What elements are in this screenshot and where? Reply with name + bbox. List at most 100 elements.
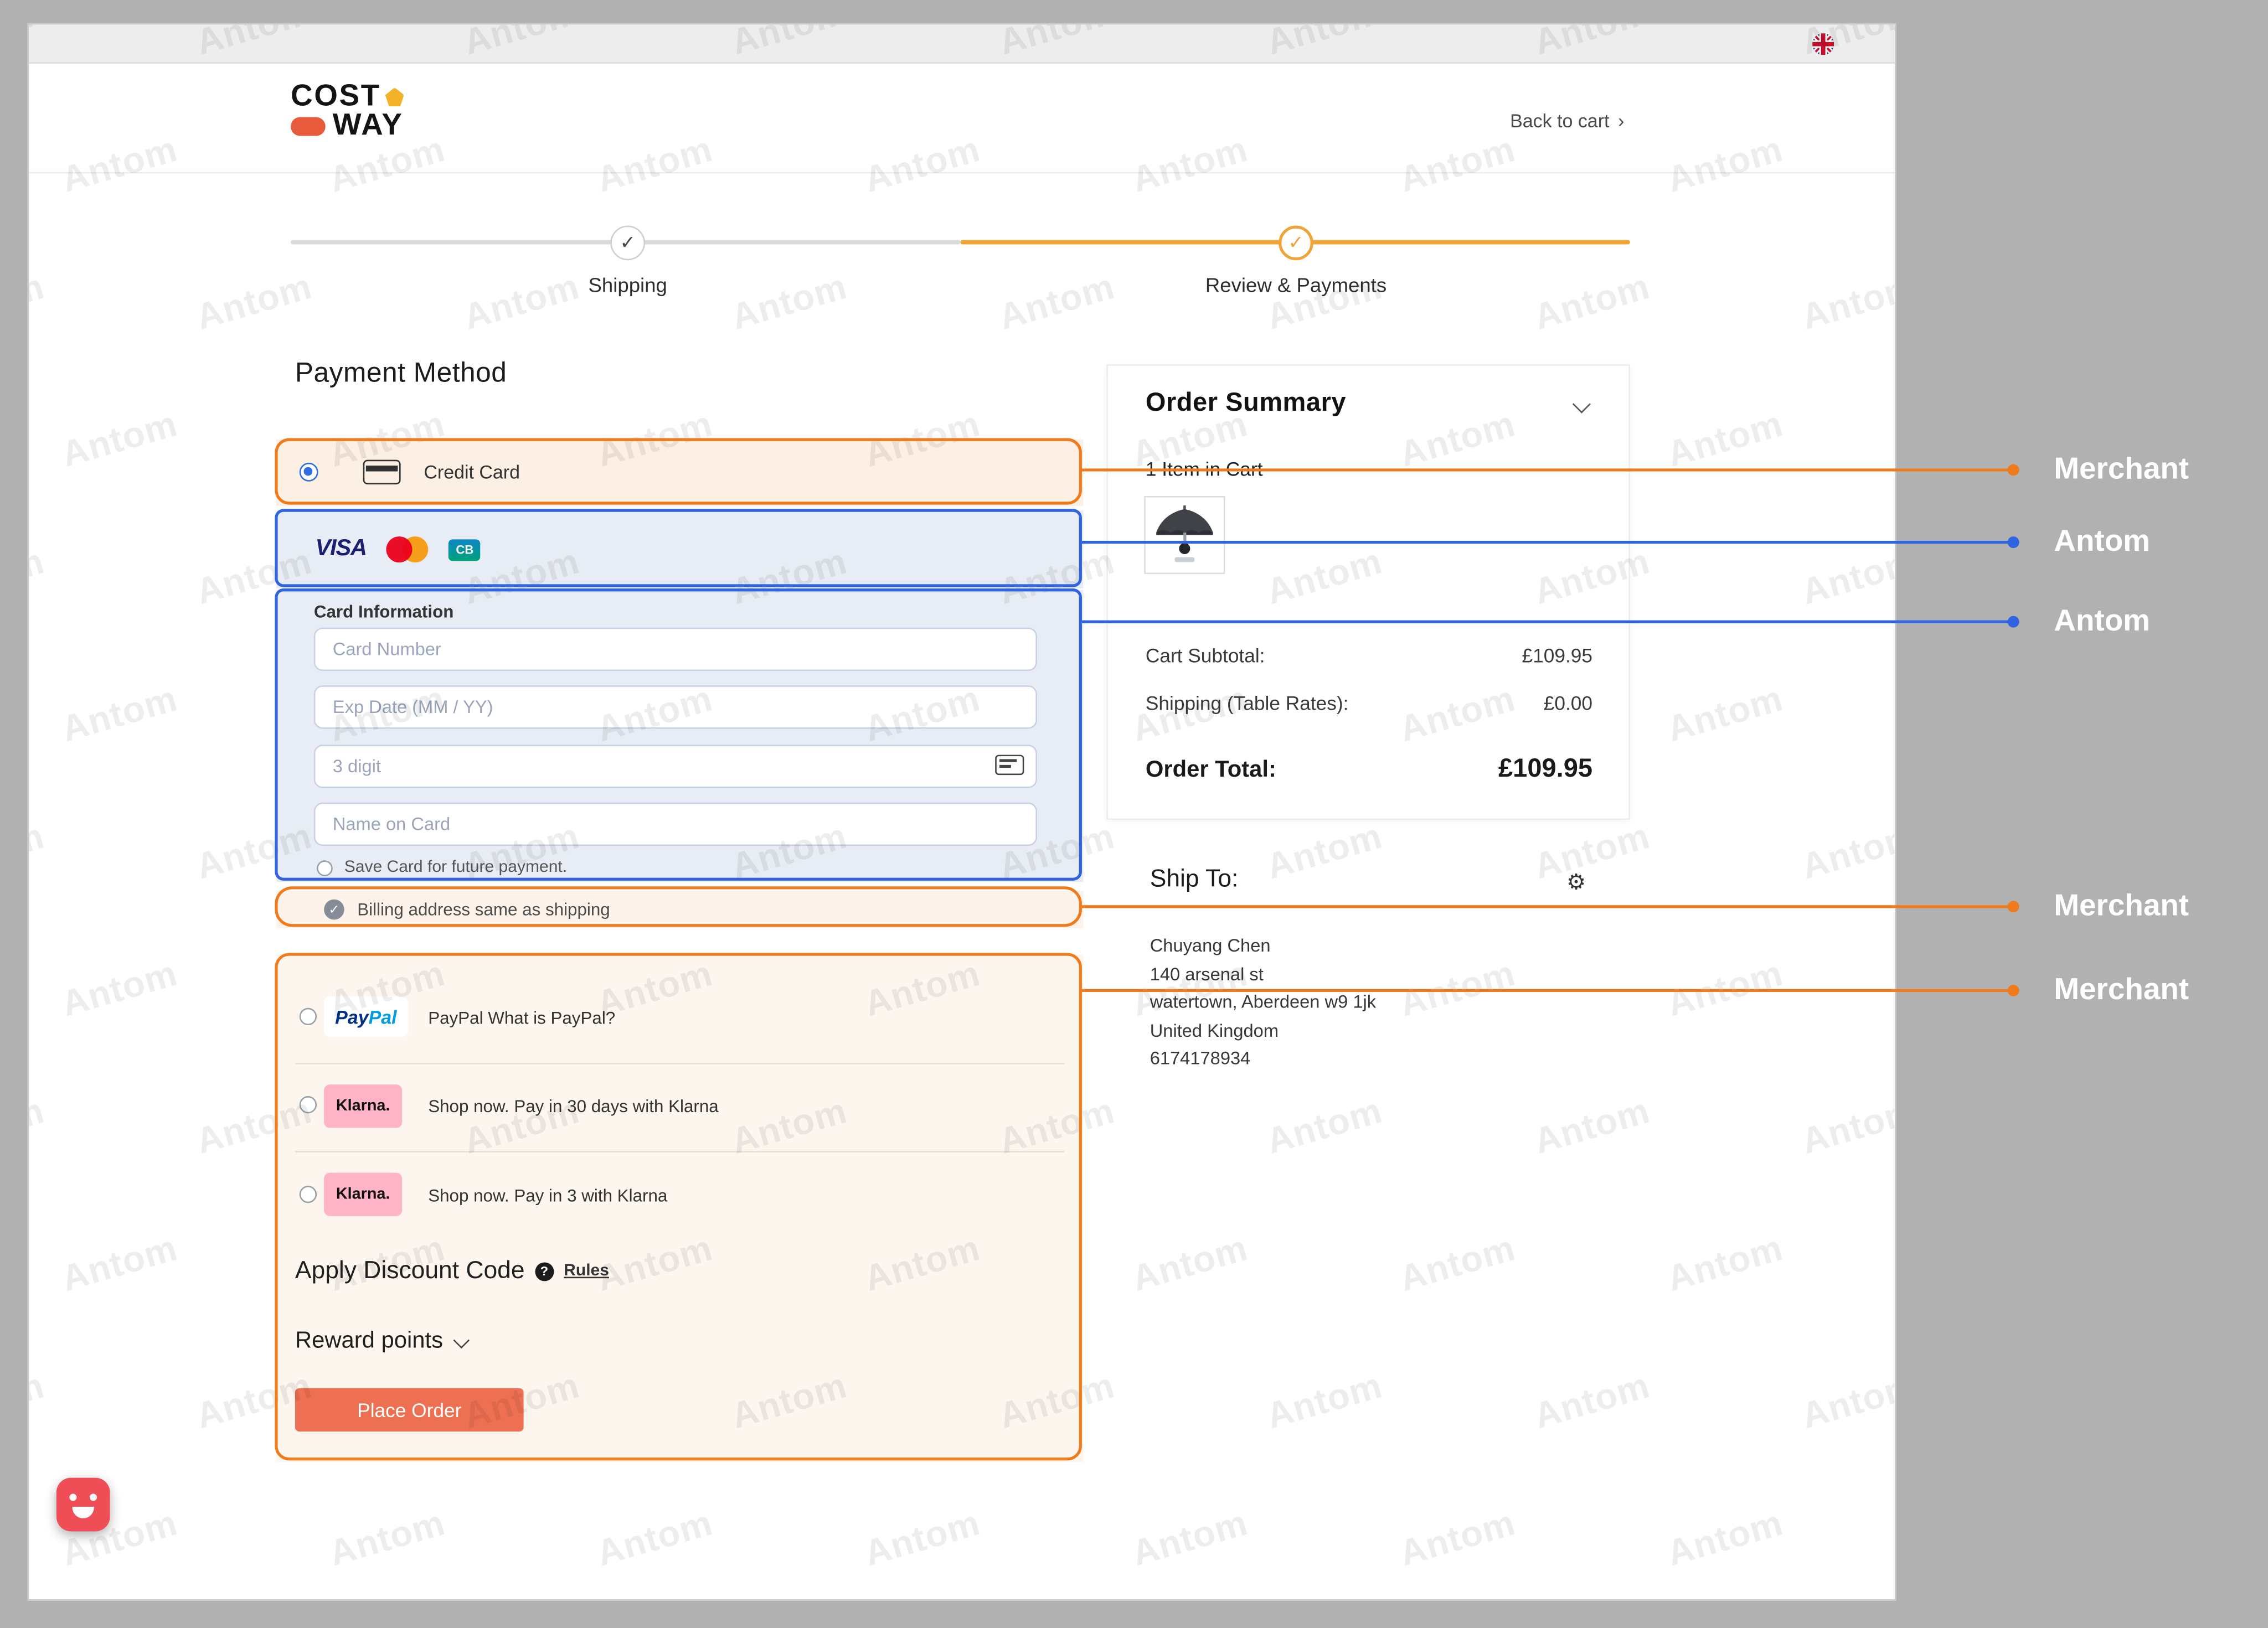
billing-label: Billing address same as shipping xyxy=(357,900,610,920)
watermark-text: Antom xyxy=(1663,953,1788,1026)
klarna-30-days-radio[interactable] xyxy=(300,1096,317,1113)
name-on-card-input[interactable] xyxy=(314,803,1037,846)
billing-checkbox-checked-icon[interactable]: ✓ xyxy=(324,900,344,920)
back-to-cart-label: Back to cart xyxy=(1510,110,1609,132)
watermark-text: Antom xyxy=(1663,404,1788,477)
place-order-button[interactable]: Place Order xyxy=(295,1388,524,1431)
address-line: United Kingdom xyxy=(1150,1017,1376,1046)
paypal-radio[interactable] xyxy=(300,1008,317,1025)
order-summary-card: Order Summary 1 Item in Cart Cart Subtot… xyxy=(1106,364,1630,820)
product-thumbnail[interactable] xyxy=(1144,496,1225,574)
credit-card-option[interactable]: Credit Card xyxy=(276,440,1084,506)
mastercard-logo xyxy=(386,536,429,562)
address-line: 6174178934 xyxy=(1150,1046,1376,1074)
watermark-text: Antom xyxy=(1262,816,1387,889)
reward-points-toggle[interactable]: Reward points xyxy=(295,1329,468,1355)
watermark-text: Antom xyxy=(57,129,182,202)
billing-same-as-shipping-row[interactable]: ✓ Billing address same as shipping xyxy=(276,891,1084,928)
watermark-text: Antom xyxy=(57,404,182,477)
watermark-text: Antom xyxy=(592,1503,718,1576)
top-strip xyxy=(29,24,1895,64)
logo-line-1: COST xyxy=(291,82,404,111)
review-step-check-icon[interactable]: ✓ xyxy=(1279,226,1313,261)
logo-hexagon-icon xyxy=(385,87,404,106)
card-brands-panel: VISA CB xyxy=(276,510,1084,588)
credit-card-radio[interactable] xyxy=(300,463,318,482)
visa-logo: VISA xyxy=(315,536,366,562)
annotation-label-merchant-1: Merchant xyxy=(2054,453,2189,488)
chat-face-mouth xyxy=(73,1507,94,1518)
card-information-title: Card Information xyxy=(314,602,454,622)
watermark-text: Antom xyxy=(1797,1366,1895,1439)
watermark-text: Antom xyxy=(1127,129,1252,202)
address-line: watertown, Aberdeen w9 1jk xyxy=(1150,989,1376,1017)
reward-points-title: Reward points xyxy=(295,1329,443,1355)
gear-icon[interactable]: ⚙ xyxy=(1566,869,1586,895)
uk-flag-icon[interactable] xyxy=(1812,33,1834,55)
option-divider xyxy=(295,1151,1065,1152)
cvc-input[interactable] xyxy=(314,745,1037,788)
exp-date-input[interactable] xyxy=(314,685,1037,728)
watermark-text: Antom xyxy=(1663,679,1788,752)
save-card-radio[interactable] xyxy=(317,860,333,876)
watermark-text: Antom xyxy=(1797,1090,1895,1164)
order-total-value: £109.95 xyxy=(1498,753,1592,784)
watermark-text: Antom xyxy=(57,1228,182,1301)
cart-subtotal-row: Cart Subtotal: £109.95 xyxy=(1146,645,1592,666)
paypal-logo: PayPal xyxy=(324,996,408,1037)
save-card-label: Save Card for future payment. xyxy=(344,859,567,876)
alternative-payments-section: PayPal PayPal What is PayPal? Klarna. Sh… xyxy=(276,954,1084,1462)
chevron-right-icon: › xyxy=(1618,110,1624,132)
card-information-panel: Card Information Save Card for future pa… xyxy=(276,590,1084,882)
annotation-dot xyxy=(2008,901,2019,912)
watermark-text: Antom xyxy=(29,1090,49,1164)
shipping-step-check-icon[interactable]: ✓ xyxy=(610,226,645,261)
credit-card-icon xyxy=(363,460,401,484)
annotation-label-merchant-2: Merchant xyxy=(2054,890,2189,924)
watermark-text: Antom xyxy=(1530,1366,1655,1439)
watermark-text: Antom xyxy=(57,953,182,1026)
chat-face-eye xyxy=(69,1493,76,1501)
annotation-dot xyxy=(2008,464,2019,476)
klarna-logo: Klarna. xyxy=(324,1172,402,1216)
klarna-logo: Klarna. xyxy=(324,1084,402,1128)
watermark-text: Antom xyxy=(1127,1228,1252,1301)
items-in-cart-label: 1 Item in Cart xyxy=(1146,458,1263,480)
help-icon[interactable]: ? xyxy=(535,1262,554,1280)
step-label-shipping[interactable]: Shipping xyxy=(589,273,667,297)
shipping-address: Chuyang Chen 140 arsenal st watertown, A… xyxy=(1150,933,1376,1074)
paypal-option-label[interactable]: PayPal What is PayPal? xyxy=(428,1008,615,1029)
watermark-text: Antom xyxy=(1530,816,1655,889)
watermark-text: Antom xyxy=(57,679,182,752)
shipping-label: Shipping (Table Rates): xyxy=(1146,692,1349,714)
checkout-page: AntomAntomAntomAntomAntomAntomAntomAntom… xyxy=(28,23,1896,1601)
cart-subtotal-value: £109.95 xyxy=(1522,645,1593,666)
costway-logo[interactable]: COST WAY xyxy=(291,82,404,140)
screenshot-stage: AntomAntomAntomAntomAntomAntomAntomAntom… xyxy=(0,0,2268,1628)
watermark-text: Antom xyxy=(860,129,985,202)
cvc-card-icon xyxy=(995,755,1024,776)
save-card-row[interactable]: Save Card for future payment. xyxy=(317,859,567,876)
cart-subtotal-label: Cart Subtotal: xyxy=(1146,645,1265,666)
watermark-text: Antom xyxy=(1262,1090,1387,1164)
order-total-row: Order Total: £109.95 xyxy=(1146,753,1592,784)
order-summary-collapse-icon[interactable] xyxy=(1573,395,1591,413)
watermark-text: Antom xyxy=(860,1503,985,1576)
step-label-review-payments: Review & Payments xyxy=(1205,273,1386,297)
card-number-input[interactable] xyxy=(314,628,1037,671)
ship-to-title: Ship To: xyxy=(1150,865,1239,893)
address-line: 140 arsenal st xyxy=(1150,961,1376,989)
logo-text-way: WAY xyxy=(333,111,404,140)
watermark-text: Antom xyxy=(1127,1503,1252,1576)
address-line: Chuyang Chen xyxy=(1150,933,1376,961)
back-to-cart-link[interactable]: Back to cart › xyxy=(1510,110,1624,132)
annotation-label-antom-1: Antom xyxy=(2054,525,2150,560)
watermark-text: Antom xyxy=(1262,1366,1387,1439)
klarna-pay-in-3-radio[interactable] xyxy=(300,1186,317,1203)
watermark-text: Antom xyxy=(325,1503,450,1576)
credit-card-label: Credit Card xyxy=(424,461,520,483)
chat-widget-button[interactable] xyxy=(56,1478,110,1532)
rules-link[interactable]: Rules xyxy=(564,1262,609,1279)
apply-discount-title[interactable]: Apply Discount Code xyxy=(295,1257,525,1285)
option-divider xyxy=(295,1063,1065,1064)
